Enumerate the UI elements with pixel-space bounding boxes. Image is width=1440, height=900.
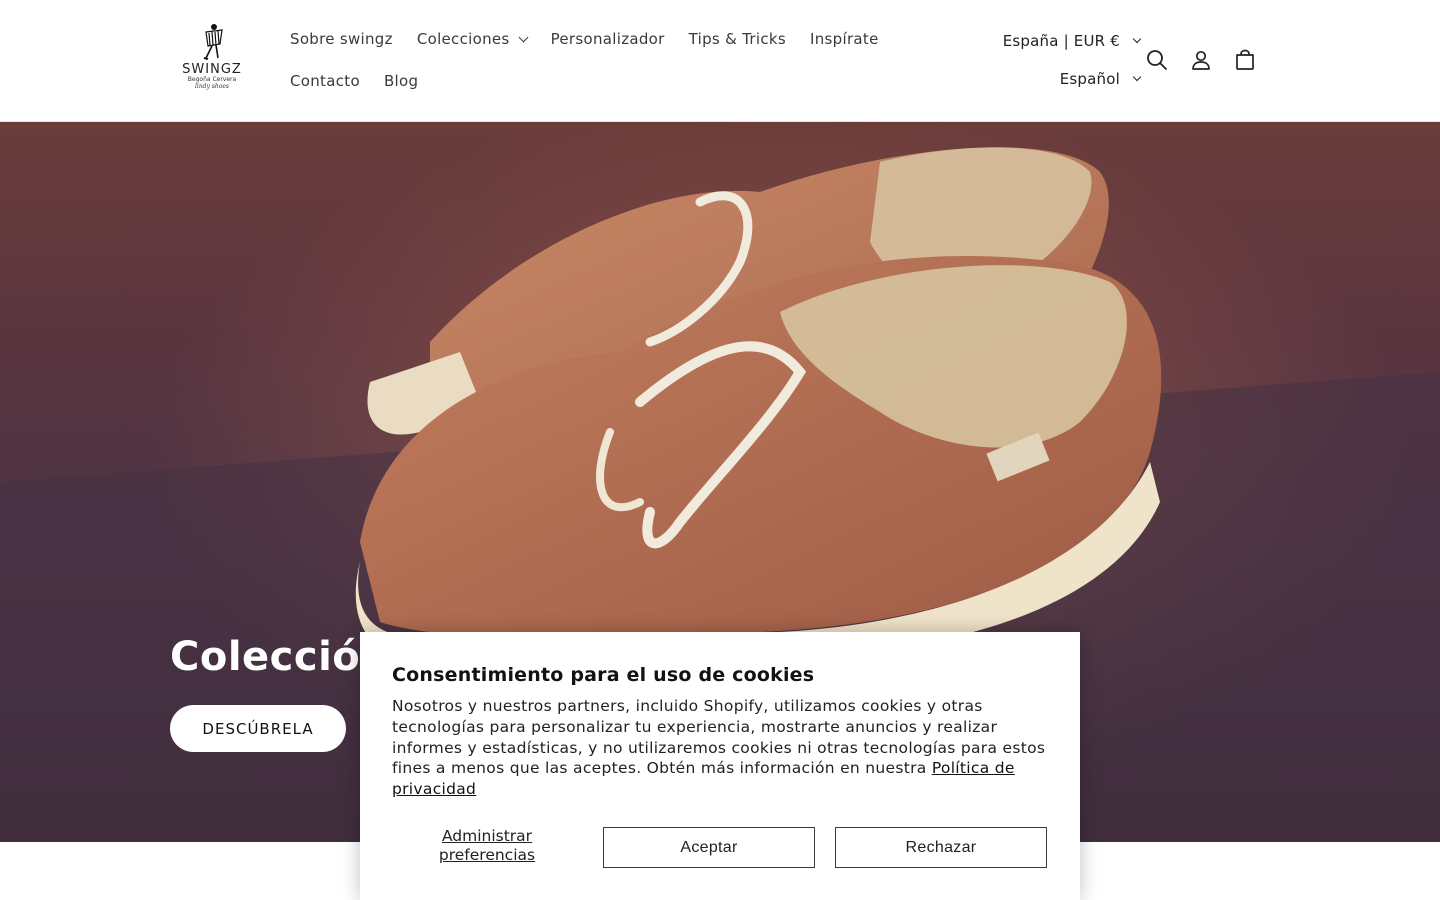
accept-button[interactable]: Aceptar	[603, 827, 815, 868]
language-selector-label: Español	[1059, 70, 1120, 88]
search-button[interactable]	[1142, 40, 1172, 80]
nav-label: Sobre swingz	[290, 30, 393, 48]
country-selector-label: España | EUR €	[1002, 32, 1120, 50]
account-icon	[1192, 50, 1210, 70]
header-icons	[1142, 40, 1260, 80]
nav-label: Blog	[383, 72, 419, 90]
locale-selectors: España | EUR € Español	[1002, 22, 1142, 98]
brand-tagline: lindy shoes	[194, 83, 230, 90]
search-icon	[1147, 50, 1167, 70]
nav-label: Inspírate	[810, 30, 879, 48]
cookie-actions: Administrar preferencias Aceptar Rechaza…	[392, 827, 1048, 868]
cart-button[interactable]	[1230, 40, 1260, 80]
nav-row-1: Sobre swingz Colecciones Personalizador …	[278, 18, 918, 60]
nav-label: Contacto	[290, 72, 360, 90]
nav-item-contacto[interactable]: Contacto	[278, 72, 372, 90]
site-header: SWINGZ Begoña Cervera lindy shoes Sobre …	[0, 0, 1440, 122]
country-selector[interactable]: España | EUR €	[1002, 22, 1142, 60]
cookie-body-text: Nosotros y nuestros partners, incluido S…	[392, 696, 1048, 800]
manage-preferences-link[interactable]: Administrar preferencias	[392, 827, 582, 868]
language-selector[interactable]: Español	[1003, 60, 1142, 98]
cookie-consent-dialog: Consentimiento para el uso de cookies No…	[360, 632, 1080, 900]
cookie-title: Consentimiento para el uso de cookies	[392, 664, 815, 686]
hero-title: Colección	[170, 634, 390, 680]
nav-label: Personalizador	[550, 30, 665, 48]
nav-item-inspirate[interactable]: Inspírate	[798, 30, 891, 48]
main-nav: Sobre swingz Colecciones Personalizador …	[278, 18, 918, 102]
account-button[interactable]	[1186, 40, 1216, 80]
dancer-logo-icon	[203, 24, 223, 60]
nav-label: Colecciones	[416, 30, 510, 48]
nav-row-2: Contacto Blog	[278, 60, 918, 102]
reject-button[interactable]: Rechazar	[835, 827, 1047, 868]
brand-subtitle: Begoña Cervera	[187, 76, 237, 83]
nav-item-sobre-swingz[interactable]: Sobre swingz	[278, 30, 405, 48]
brand-logo[interactable]: SWINGZ Begoña Cervera lindy shoes	[168, 22, 256, 100]
nav-item-tips-tricks[interactable]: Tips & Tricks	[677, 30, 798, 48]
discover-button[interactable]: DESCÚBRELA	[170, 705, 346, 752]
cart-icon	[1236, 49, 1254, 70]
nav-item-colecciones[interactable]: Colecciones	[405, 30, 539, 48]
nav-item-blog[interactable]: Blog	[372, 72, 430, 90]
chevron-down-icon	[518, 32, 529, 42]
nav-label: Tips & Tricks	[688, 30, 787, 48]
chevron-down-icon	[1132, 34, 1142, 44]
nav-item-personalizador[interactable]: Personalizador	[539, 30, 677, 48]
chevron-down-icon	[1132, 72, 1142, 82]
brand-wordmark: SWINGZ	[182, 62, 242, 77]
